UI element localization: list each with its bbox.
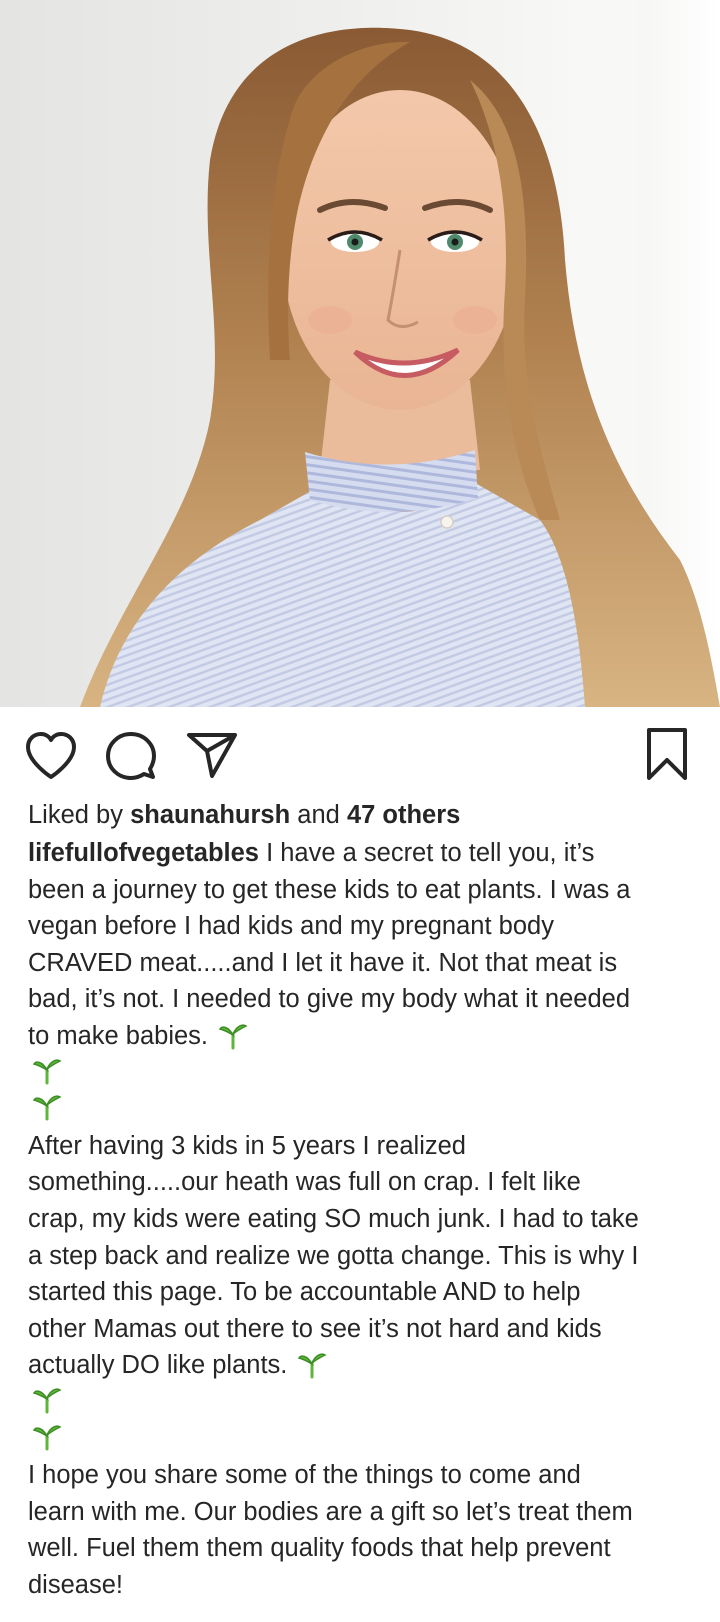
portrait-illustration [80,27,720,707]
caption-line: bad, it’s not. I needed to give my body … [28,985,631,1014]
emoji-line [28,1055,700,1092]
likes-count-link[interactable]: 47 others [347,801,460,829]
caption-line: well. Fuel them them quality foods that … [28,1534,611,1563]
send-icon[interactable] [186,731,238,779]
caption-line: something.....our heath was full on crap… [28,1168,581,1197]
caption-line: other Mamas out there to see it’s not ha… [28,1314,602,1343]
seedling-emoji [32,1421,62,1451]
emoji-line [28,1421,700,1458]
caption-text: actually DO like plants. [28,1351,288,1380]
caption-line: CRAVED meat.....and I let it have it. No… [28,948,618,977]
caption-line: After having 3 kids in 5 years I realize… [28,1131,466,1160]
comment-icon[interactable] [106,731,156,781]
emoji-line [28,1091,700,1128]
likes-prefix: Liked by [28,801,123,829]
post-actions-bar [0,707,720,799]
caption-line: disease! [28,1570,123,1599]
liked-by-user-link[interactable]: shaunahursh [130,801,290,829]
seedling-emoji [218,1020,248,1050]
likes-conjunction: and [297,801,340,829]
caption-line: been a journey to get these kids to eat … [28,875,631,904]
seedling-emoji [297,1349,327,1379]
caption-text: I have a secret to tell you, it’s [258,839,595,867]
seedling-emoji [32,1384,62,1414]
caption-line: a step back and realize we gotta change.… [28,1241,639,1270]
post-text: Liked by shaunahursh and 47 others lifef… [28,797,700,1603]
caption-line: actually DO like plants. [28,1347,700,1384]
emoji-line [28,1384,700,1421]
caption-line: lifefullofvegetables I have a secret to … [28,835,700,872]
caption-line: started this page. To be accountable AND… [28,1278,581,1307]
post-photo[interactable] [0,0,720,707]
caption-line: crap, my kids were eating SO much junk. … [28,1204,639,1233]
caption-username-link[interactable]: lifefullofvegetables [28,839,259,867]
caption-line: I hope you share some of the things to c… [28,1461,581,1490]
caption-text: to make babies. [28,1021,209,1050]
seedling-emoji [32,1055,62,1085]
caption-line: learn with me. Our bodies are a gift so … [28,1497,633,1526]
bookmark-icon[interactable] [646,727,688,781]
caption: lifefullofvegetables I have a secret to … [28,835,700,1603]
caption-line: vegan before I had kids and my pregnant … [28,912,554,941]
likes-summary: Liked by shaunahursh and 47 others [28,797,700,835]
caption-line: to make babies. [28,1018,700,1055]
seedling-emoji [32,1091,62,1121]
heart-icon[interactable] [24,731,78,781]
